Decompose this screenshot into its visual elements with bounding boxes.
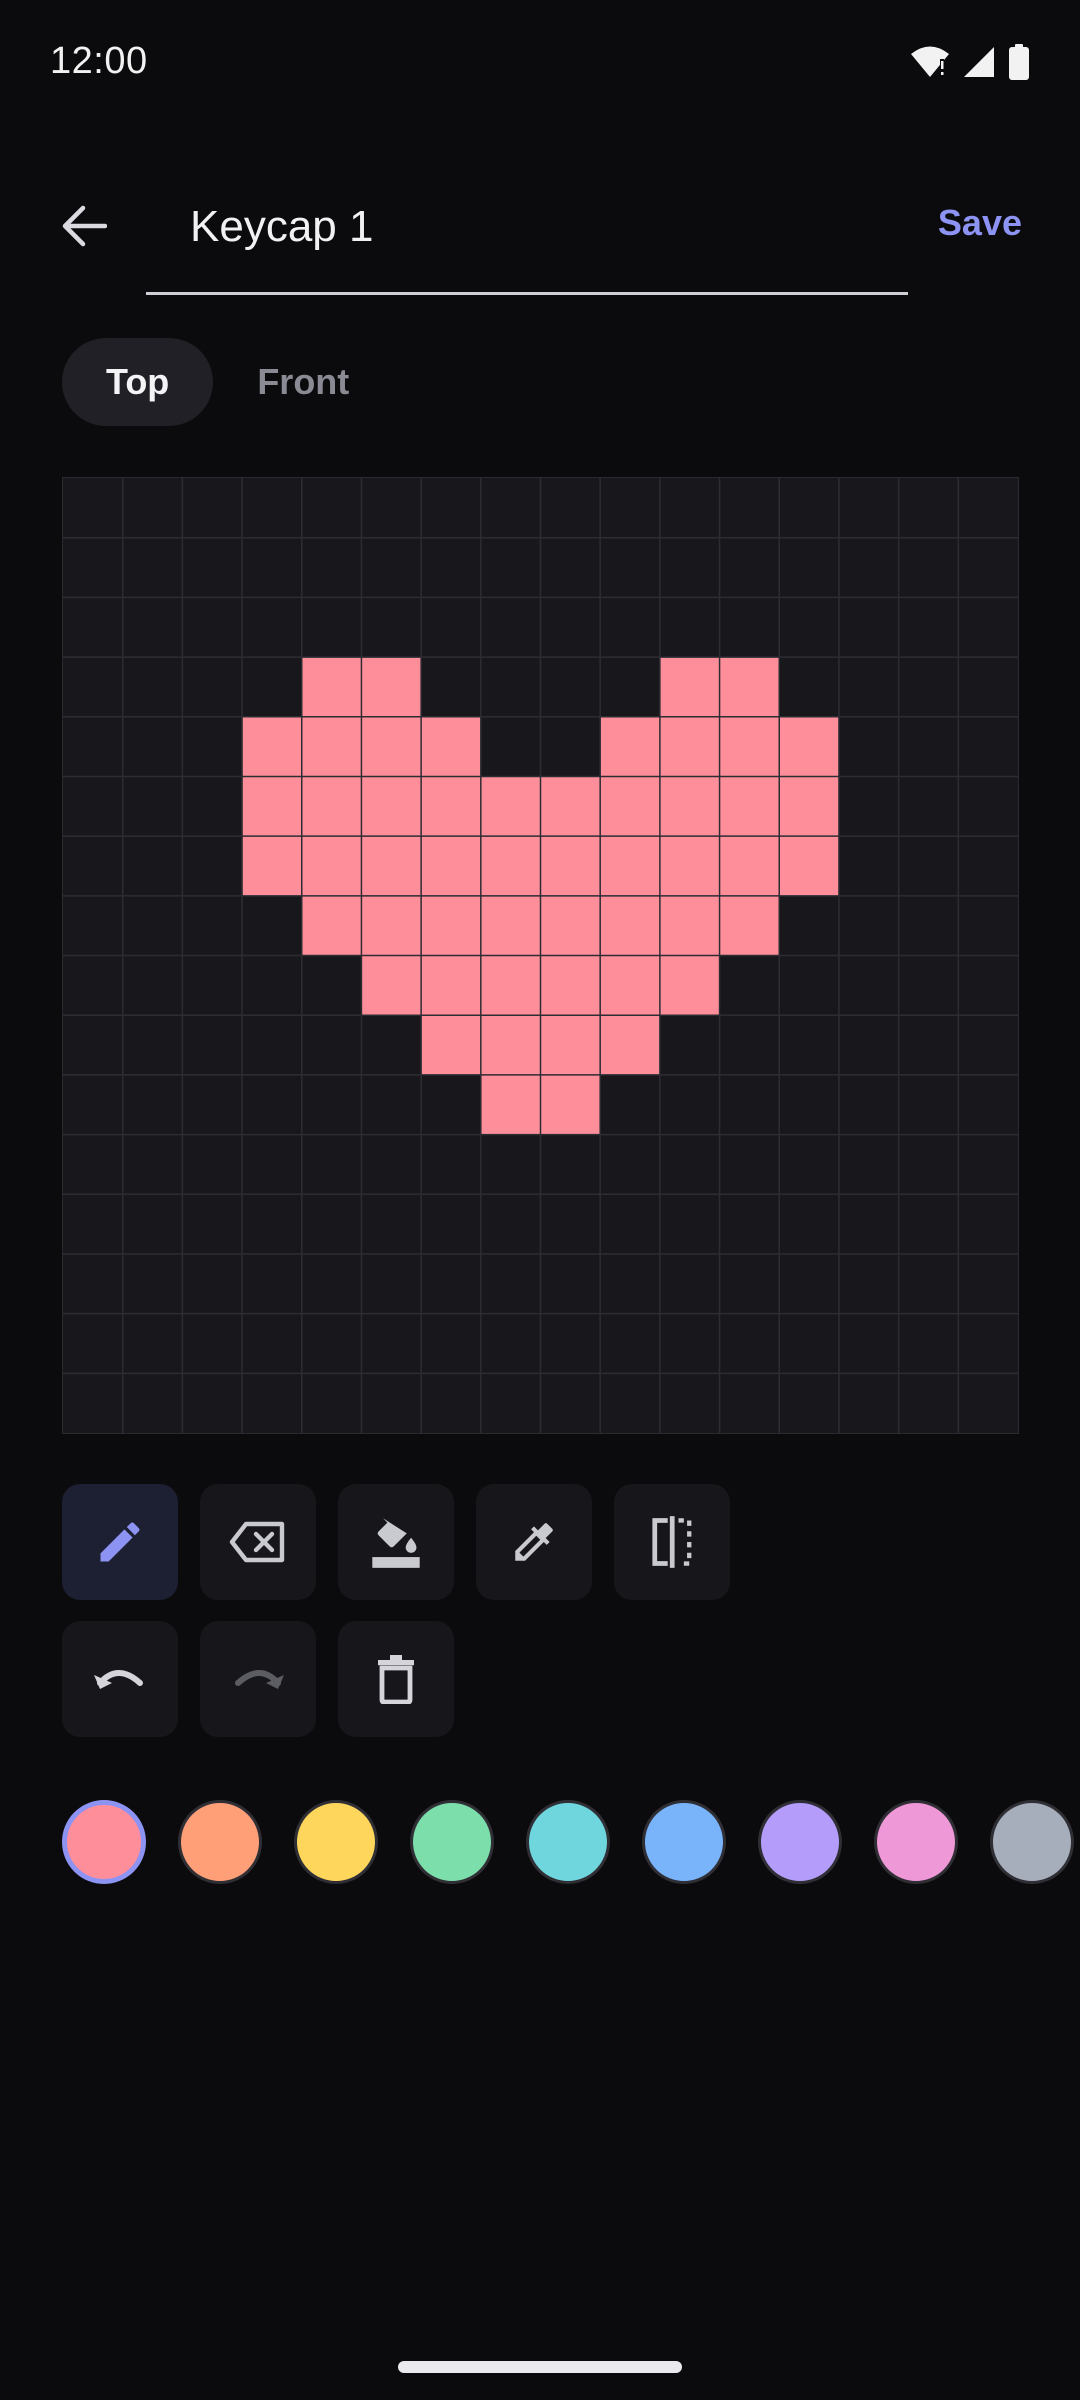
paint-bucket-icon — [372, 1518, 420, 1568]
painted-pixel[interactable] — [659, 776, 720, 837]
trash-icon — [378, 1655, 414, 1704]
pixel-grid[interactable] — [63, 478, 1018, 1433]
eyedropper-tool-button[interactable] — [476, 1484, 592, 1600]
painted-pixel[interactable] — [480, 1074, 541, 1135]
painted-pixel[interactable] — [540, 1015, 601, 1075]
painted-pixel[interactable] — [361, 836, 422, 896]
arrow-left-icon — [62, 205, 107, 247]
painted-pixel[interactable] — [421, 716, 481, 777]
painted-pixel[interactable] — [361, 776, 422, 837]
color-swatch[interactable] — [178, 1800, 262, 1884]
pencil-tool-button[interactable] — [62, 1484, 178, 1600]
painted-pixel[interactable] — [719, 716, 780, 777]
painted-pixel[interactable] — [301, 836, 362, 896]
tab-top[interactable]: Top — [62, 338, 214, 426]
color-swatch[interactable] — [294, 1800, 378, 1884]
painted-pixel[interactable] — [659, 716, 720, 777]
backspace-eraser-icon — [229, 1521, 285, 1563]
painted-pixel[interactable] — [600, 955, 660, 1016]
painted-pixel[interactable] — [242, 716, 302, 777]
painted-pixel[interactable] — [779, 836, 839, 896]
painted-pixel[interactable] — [719, 895, 780, 956]
painted-pixel[interactable] — [480, 955, 541, 1016]
tool-row-secondary — [62, 1621, 454, 1737]
painted-pixel[interactable] — [421, 955, 481, 1016]
painted-pixel[interactable] — [600, 776, 660, 837]
status-icons — [910, 44, 1030, 80]
color-palette — [62, 1800, 1074, 1884]
painted-pixel[interactable] — [301, 657, 362, 717]
battery-icon — [1009, 44, 1029, 80]
home-indicator — [398, 2361, 682, 2373]
painted-pixel[interactable] — [421, 836, 481, 896]
painted-pixel[interactable] — [421, 776, 481, 837]
painted-pixel[interactable] — [421, 895, 481, 956]
painted-pixel[interactable] — [480, 836, 541, 896]
fill-tool-button[interactable] — [338, 1484, 454, 1600]
eraser-tool-button[interactable] — [200, 1484, 316, 1600]
painted-pixel[interactable] — [659, 836, 720, 896]
signal-icon — [964, 47, 994, 77]
painted-pixel[interactable] — [301, 716, 362, 777]
color-swatch[interactable] — [526, 1800, 610, 1884]
mirror-icon — [652, 1516, 692, 1568]
painted-pixel[interactable] — [480, 895, 541, 956]
painted-pixel[interactable] — [719, 776, 780, 837]
name-input-underline — [146, 292, 908, 295]
tab-front[interactable]: Front — [243, 338, 363, 426]
save-button[interactable]: Save — [938, 202, 1022, 244]
top-app-bar: Save — [0, 160, 1080, 310]
painted-pixel[interactable] — [242, 836, 302, 896]
undo-icon — [94, 1670, 143, 1689]
painted-pixel[interactable] — [659, 895, 720, 956]
painted-pixel[interactable] — [480, 1015, 541, 1075]
status-bar: 12:00 — [0, 0, 1080, 130]
painted-pixel[interactable] — [480, 776, 541, 837]
painted-pixel[interactable] — [540, 836, 601, 896]
color-swatch[interactable] — [410, 1800, 494, 1884]
painted-pixel[interactable] — [600, 895, 660, 956]
mirror-tool-button[interactable] — [614, 1484, 730, 1600]
painted-pixel[interactable] — [659, 955, 720, 1016]
painted-pixel[interactable] — [540, 955, 601, 1016]
painted-pixel[interactable] — [659, 657, 720, 717]
wifi-icon — [911, 46, 949, 77]
back-button[interactable] — [48, 190, 120, 262]
painted-pixel[interactable] — [540, 1074, 601, 1135]
painted-pixel[interactable] — [779, 716, 839, 777]
painted-pixel[interactable] — [421, 1015, 481, 1075]
redo-button[interactable] — [200, 1621, 316, 1737]
painted-pixel[interactable] — [600, 1015, 660, 1075]
undo-button[interactable] — [62, 1621, 178, 1737]
tool-row-primary — [62, 1484, 730, 1600]
pencil-icon — [100, 1522, 140, 1562]
painted-pixel[interactable] — [540, 776, 601, 837]
eyedropper-icon — [515, 1523, 553, 1561]
painted-pixel[interactable] — [361, 955, 422, 1016]
status-time: 12:00 — [50, 40, 148, 82]
painted-pixel[interactable] — [719, 836, 780, 896]
painted-pixel[interactable] — [301, 895, 362, 956]
color-swatch[interactable] — [990, 1800, 1074, 1884]
painted-pixel[interactable] — [540, 895, 601, 956]
painted-pixel[interactable] — [600, 716, 660, 777]
clear-canvas-button[interactable] — [338, 1621, 454, 1737]
color-swatch[interactable] — [642, 1800, 726, 1884]
painted-pixel[interactable] — [600, 836, 660, 896]
pixel-canvas[interactable] — [62, 477, 1019, 1434]
color-swatch[interactable] — [874, 1800, 958, 1884]
painted-pixel[interactable] — [719, 657, 780, 717]
painted-pixel[interactable] — [301, 776, 362, 837]
painted-pixel[interactable] — [242, 776, 302, 837]
face-tabs: Top Front — [62, 338, 363, 426]
painted-pixel[interactable] — [361, 716, 422, 777]
painted-pixel[interactable] — [361, 657, 422, 717]
redo-icon — [235, 1670, 284, 1689]
keycap-name-input[interactable] — [146, 188, 906, 266]
color-swatch[interactable] — [758, 1800, 842, 1884]
color-swatch[interactable] — [62, 1800, 146, 1884]
painted-pixel[interactable] — [361, 895, 422, 956]
painted-pixel[interactable] — [779, 776, 839, 837]
